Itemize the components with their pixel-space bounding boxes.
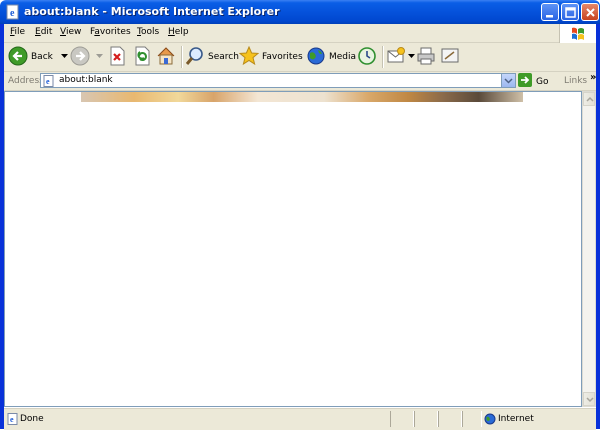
favorites-button[interactable]: Favorites <box>238 45 303 69</box>
menu-file[interactable]: File <box>10 27 25 37</box>
address-dropdown-button[interactable] <box>501 74 515 87</box>
edit-button[interactable] <box>440 46 460 68</box>
links-label[interactable]: Links <box>564 76 587 86</box>
print-button[interactable] <box>416 46 436 68</box>
chevron-right-icon[interactable]: » <box>590 72 596 83</box>
status-bar: e Done Internet <box>4 408 596 430</box>
window-border-right <box>596 24 600 429</box>
forward-arrow-icon <box>70 46 90 69</box>
status-text: Done <box>20 414 44 424</box>
svg-text:e: e <box>10 8 15 19</box>
history-button[interactable] <box>357 46 377 68</box>
go-label: Go <box>536 76 549 87</box>
svg-text:e: e <box>46 77 50 86</box>
status-pane <box>414 411 438 427</box>
back-arrow-icon <box>8 46 28 69</box>
maximize-button[interactable] <box>561 3 579 21</box>
standard-toolbar: Back Search Favorites Media <box>4 43 596 72</box>
window-title: about:blank - Microsoft Internet Explore… <box>24 5 280 18</box>
media-button[interactable]: Media <box>306 46 356 68</box>
svg-text:e: e <box>10 415 14 424</box>
search-icon <box>185 46 205 69</box>
home-icon <box>156 46 176 69</box>
go-arrow-icon <box>518 73 532 90</box>
menu-favorites[interactable]: Favorites <box>90 27 131 37</box>
minimize-button[interactable] <box>541 3 559 21</box>
windows-logo-icon <box>559 24 596 44</box>
page-done-icon: e <box>7 413 19 428</box>
forward-dropdown-icon[interactable] <box>96 52 103 62</box>
edit-page-icon <box>440 46 460 69</box>
refresh-icon <box>133 46 151 69</box>
scroll-up-button[interactable] <box>583 92 595 106</box>
menu-bar: File Edit View Favorites Tools Help <box>4 24 596 44</box>
status-pane <box>390 411 414 427</box>
forward-button[interactable] <box>70 46 103 68</box>
address-label: Address <box>8 76 44 86</box>
menu-view[interactable]: View <box>60 27 81 37</box>
favorites-label: Favorites <box>262 52 303 62</box>
history-icon <box>357 46 377 69</box>
back-button[interactable]: Back <box>8 46 68 68</box>
page-icon: e <box>43 75 55 90</box>
home-button[interactable] <box>156 46 176 68</box>
page-image <box>81 92 523 102</box>
media-label: Media <box>329 52 357 62</box>
ie-page-icon: e <box>5 4 21 20</box>
search-label: Search <box>208 52 239 62</box>
menu-edit[interactable]: Edit <box>35 27 52 37</box>
address-bar: Address e about:blank Go Links » <box>4 72 596 91</box>
search-button[interactable]: Search <box>185 46 239 68</box>
mail-button[interactable] <box>386 46 415 68</box>
back-dropdown-icon[interactable] <box>60 52 68 62</box>
mail-icon <box>386 46 406 69</box>
mail-dropdown-icon[interactable] <box>408 52 415 62</box>
printer-icon <box>416 46 436 69</box>
stop-button[interactable] <box>108 46 126 68</box>
media-globe-icon <box>306 46 326 69</box>
menu-help[interactable]: Help <box>168 27 189 37</box>
page-content[interactable] <box>4 91 582 407</box>
go-button[interactable]: Go <box>518 73 548 90</box>
favorites-star-icon <box>238 45 260 69</box>
vertical-scrollbar[interactable] <box>582 91 596 407</box>
address-input[interactable]: e about:blank <box>40 73 516 88</box>
back-label: Back <box>31 52 53 62</box>
close-button[interactable] <box>581 3 599 21</box>
status-pane <box>438 411 462 427</box>
stop-icon <box>108 46 126 69</box>
refresh-button[interactable] <box>133 46 151 68</box>
title-bar[interactable]: e about:blank - Microsoft Internet Explo… <box>0 0 600 24</box>
toolbar-separator <box>181 46 183 68</box>
toolbar-separator <box>382 46 384 68</box>
scroll-down-button[interactable] <box>583 392 595 406</box>
status-pane <box>462 411 482 427</box>
internet-globe-icon <box>484 413 496 428</box>
menu-tools[interactable]: Tools <box>137 27 159 37</box>
address-url: about:blank <box>59 75 113 85</box>
zone-label: Internet <box>498 414 534 424</box>
